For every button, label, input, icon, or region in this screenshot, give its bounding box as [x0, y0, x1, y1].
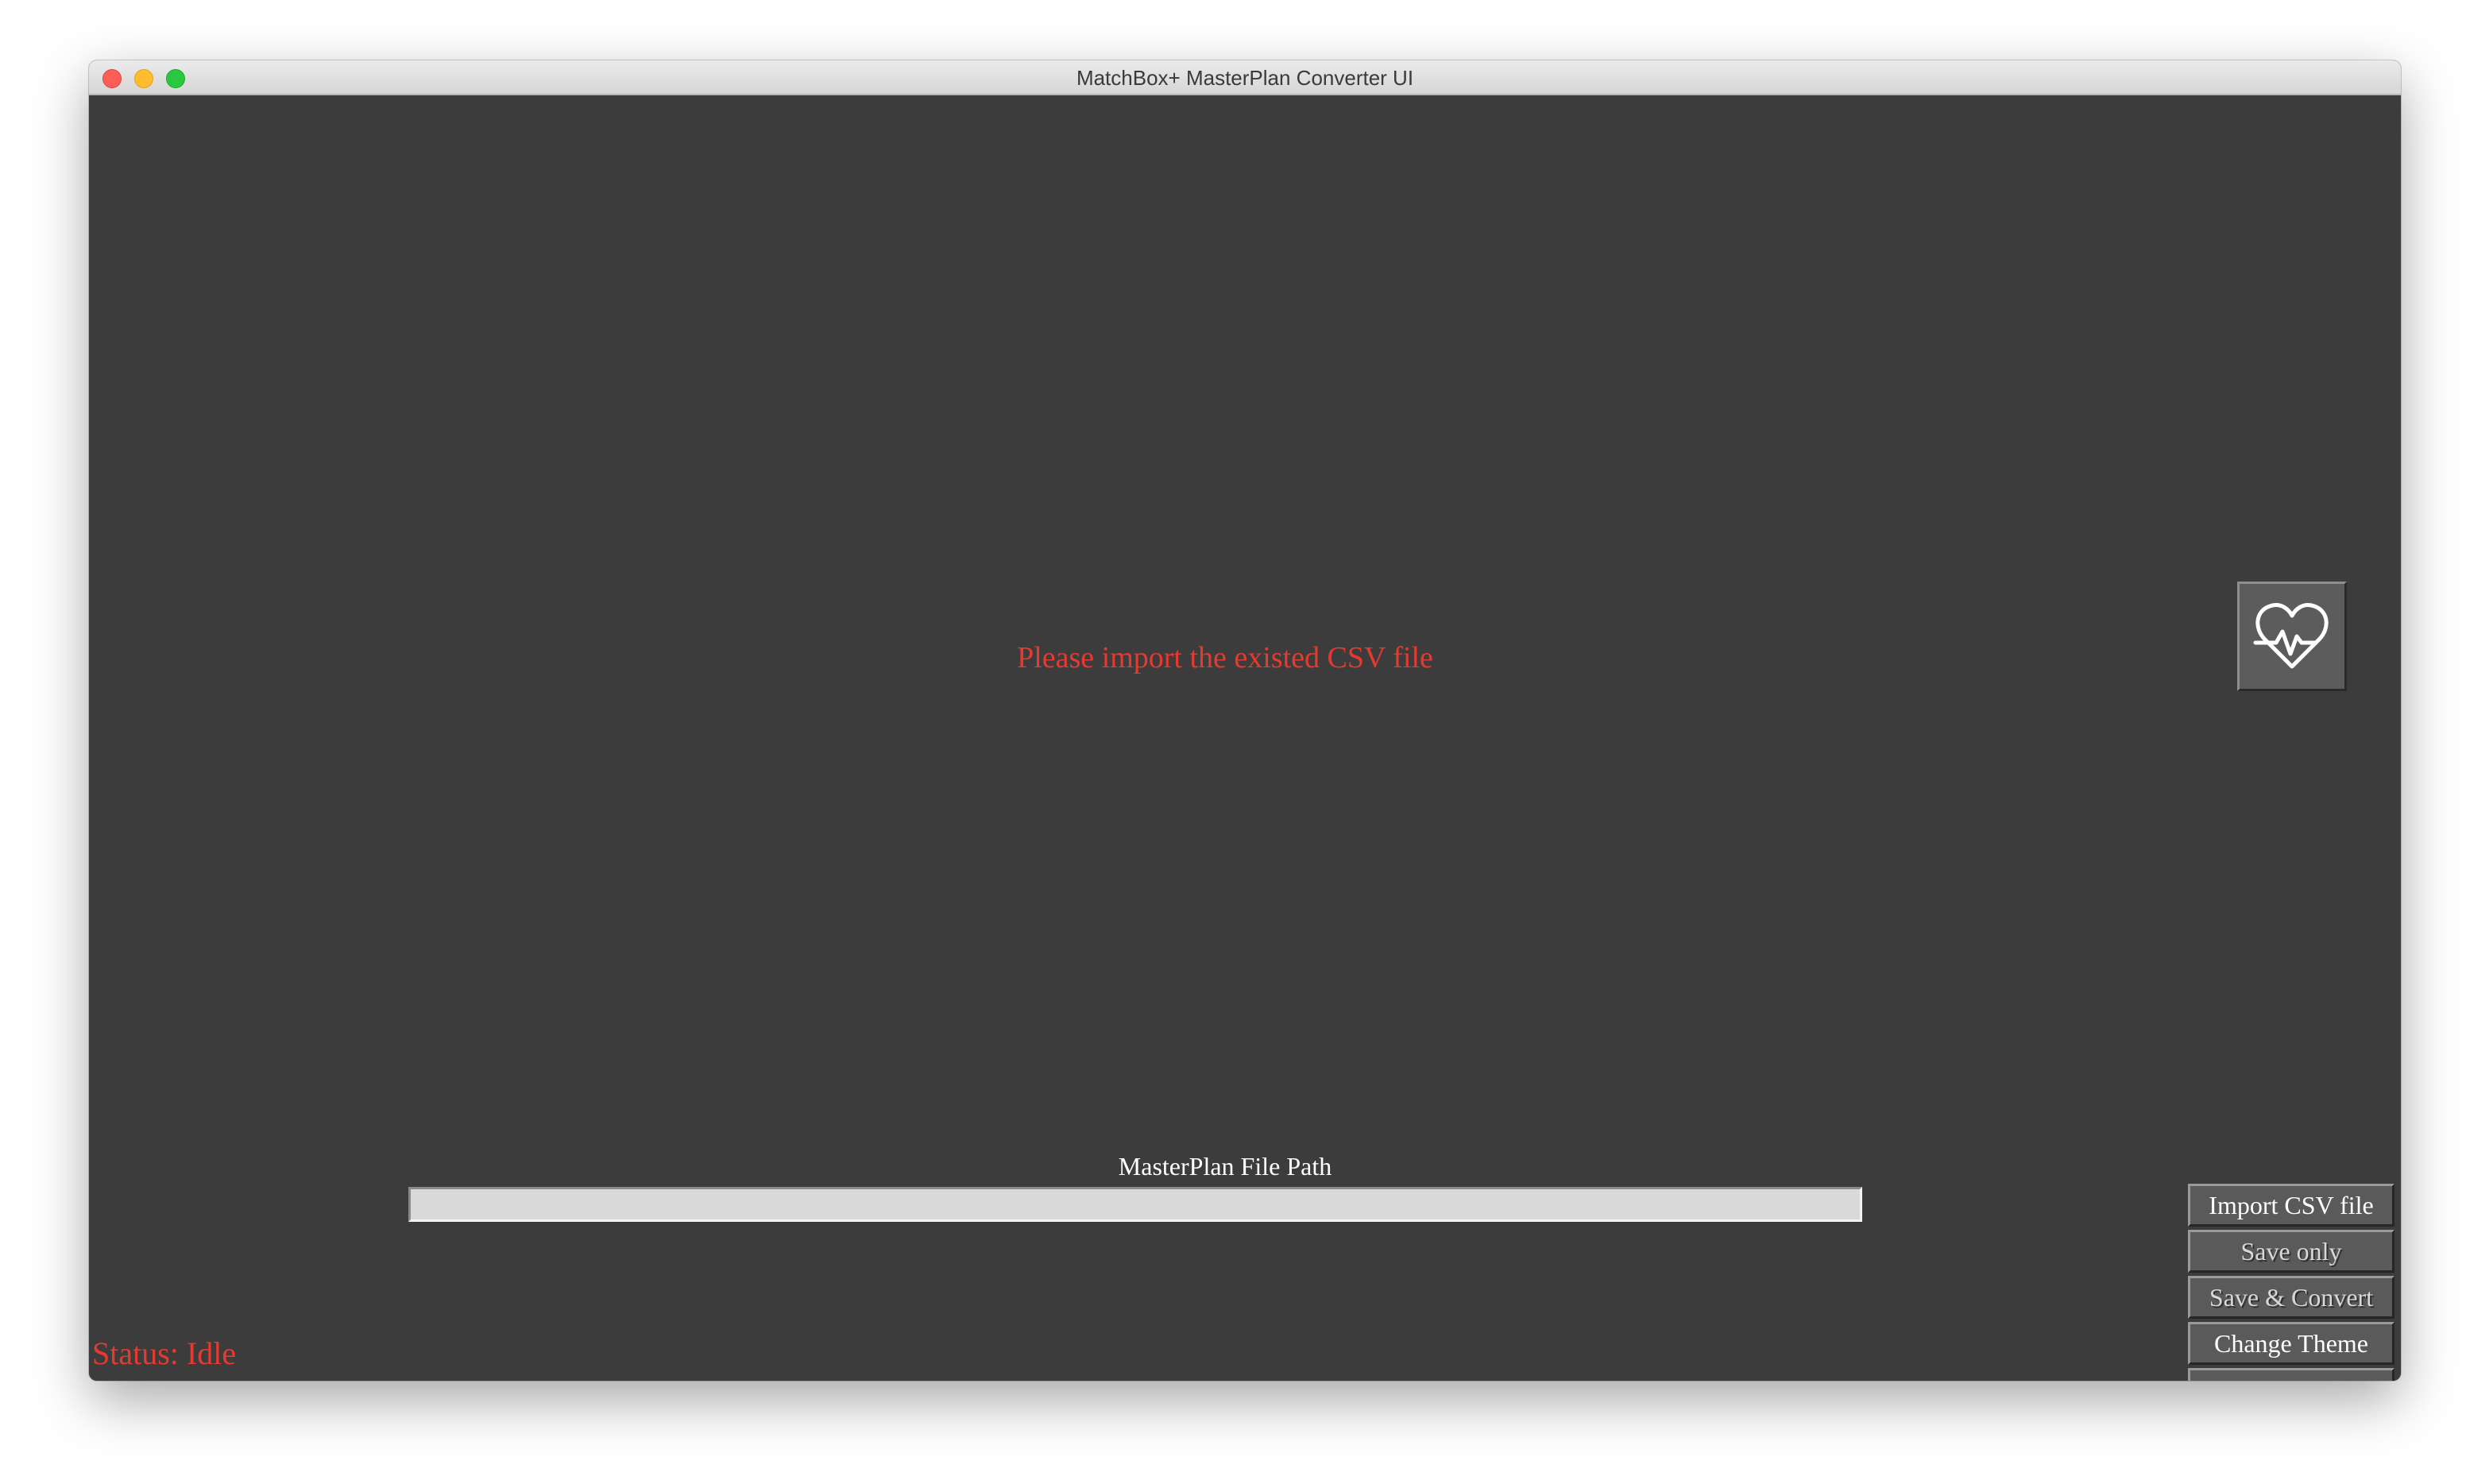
window-title: MatchBox+ MasterPlan Converter UI [1076, 66, 1414, 90]
import-csv-button[interactable]: Import CSV file [2188, 1184, 2394, 1227]
heart-pulse-icon [2253, 603, 2329, 669]
save-convert-button[interactable]: Save & Convert [2188, 1276, 2394, 1319]
title-bar[interactable]: MatchBox+ MasterPlan Converter UI [89, 60, 2401, 95]
close-button[interactable]: Close [2188, 1368, 2394, 1381]
file-path-label: MasterPlan File Path [1118, 1152, 1332, 1181]
save-only-button[interactable]: Save only [2188, 1230, 2394, 1273]
status-text: Status: Idle [92, 1335, 237, 1371]
app-window: MatchBox+ MasterPlan Converter UI Please… [89, 60, 2401, 1381]
main-panel: Please import the existed CSV file Maste… [89, 95, 2401, 1381]
import-prompt-message: Please import the existed CSV file [1017, 641, 1433, 674]
file-path-input[interactable] [408, 1187, 1862, 1222]
change-theme-button[interactable]: Change Theme [2188, 1322, 2394, 1365]
heart-pulse-button[interactable] [2237, 582, 2347, 691]
